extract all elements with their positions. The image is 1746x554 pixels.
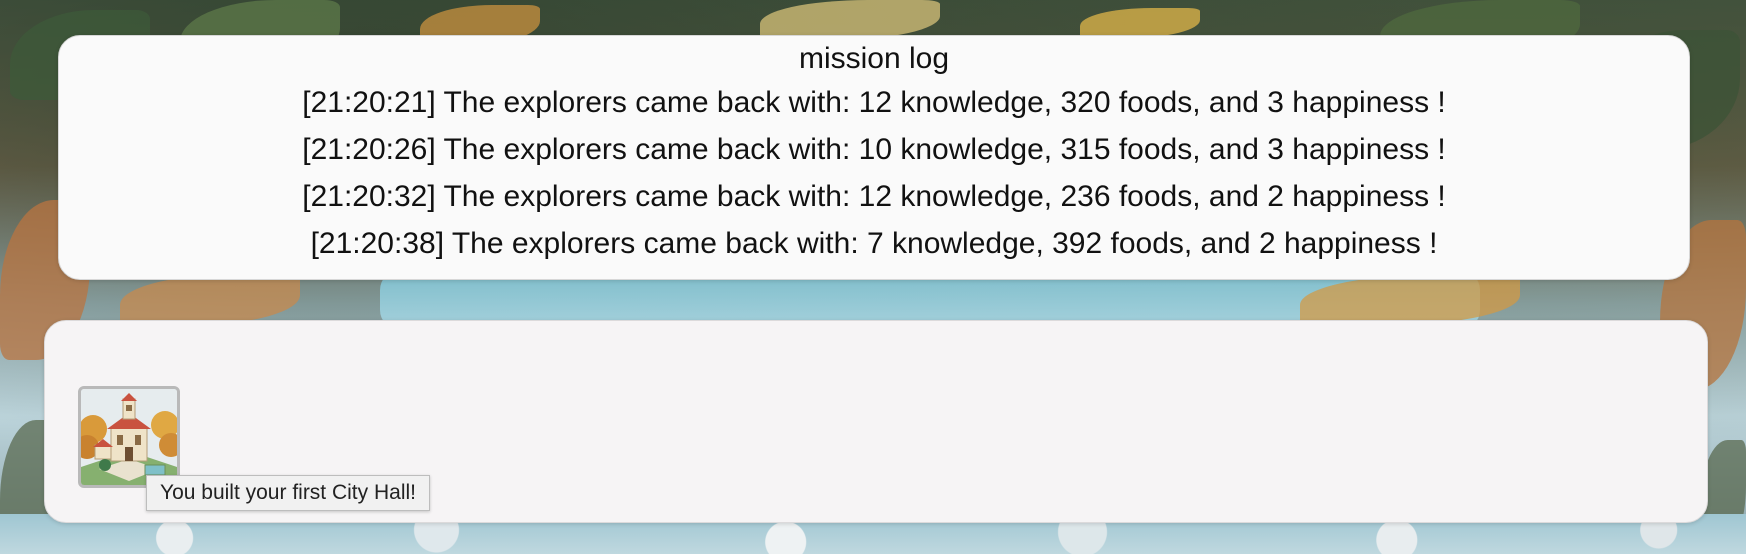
achievement-city-hall[interactable] xyxy=(78,386,180,488)
mission-log-entry: [21:20:26] The explorers came back with:… xyxy=(302,133,1446,166)
mission-log-entry: [21:20:21] The explorers came back with:… xyxy=(302,86,1446,119)
background-leaf xyxy=(1080,8,1200,38)
mission-log-panel: mission log [21:20:21] The explorers cam… xyxy=(58,35,1690,280)
achievements-panel: You built your first City Hall! xyxy=(44,320,1708,523)
background-leaf xyxy=(120,275,300,325)
mission-log-list: [21:20:21] The explorers came back with:… xyxy=(59,79,1689,267)
mission-log-title: mission log xyxy=(798,42,950,75)
achievement-tooltip: You built your first City Hall! xyxy=(146,475,430,511)
mission-log-entry: [21:20:32] The explorers came back with:… xyxy=(302,180,1446,213)
mission-log-entry: [21:20:38] The explorers came back with:… xyxy=(310,227,1438,260)
background-leaf xyxy=(760,0,940,40)
city-hall-icon xyxy=(81,389,177,485)
